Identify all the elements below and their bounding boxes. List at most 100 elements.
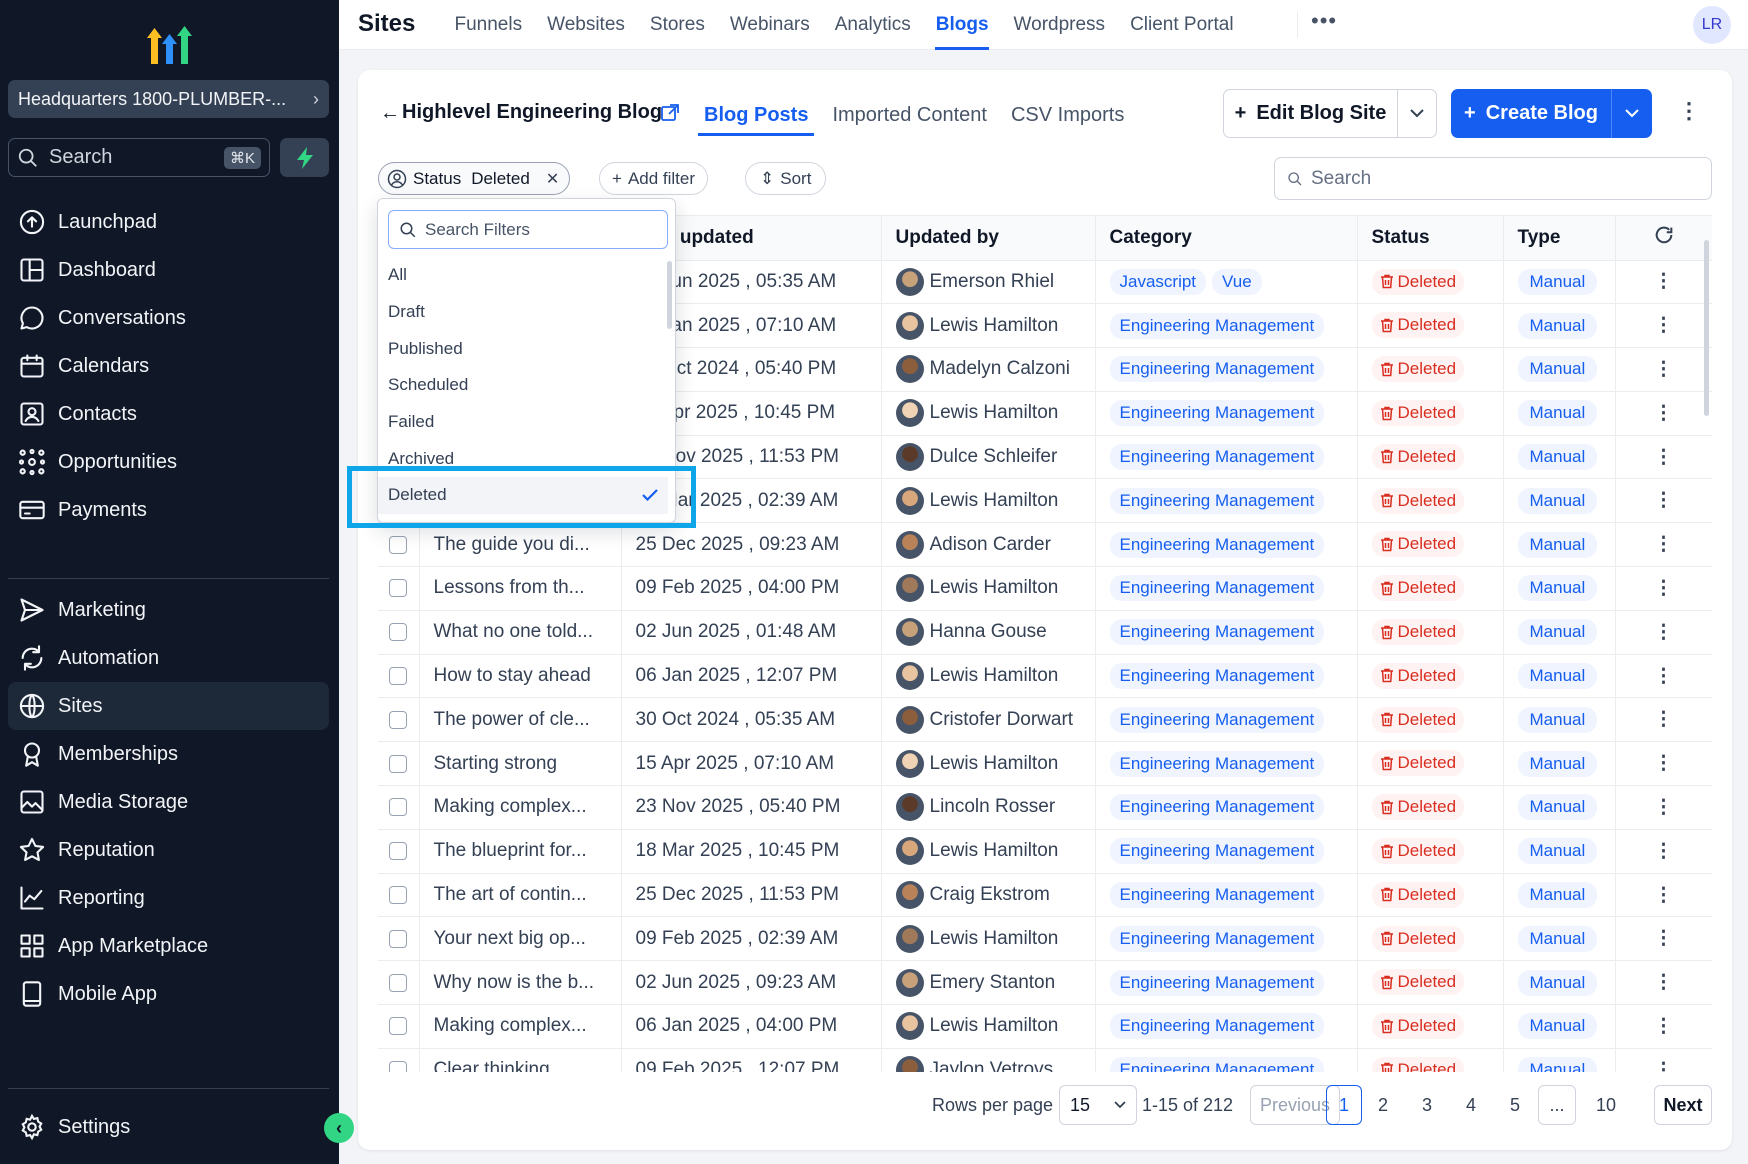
filter-search-input[interactable]: Search Filters bbox=[388, 210, 668, 249]
row-checkbox[interactable] bbox=[389, 886, 408, 905]
post-title[interactable]: Lessons from th... bbox=[419, 566, 622, 611]
table-row[interactable]: Clear thinking... 09 Feb 2025 , 12:07 PM J… bbox=[378, 1048, 1712, 1072]
sidebar-item-marketing[interactable]: Marketing bbox=[8, 586, 329, 634]
page-button-4[interactable]: 4 bbox=[1453, 1085, 1489, 1125]
sidebar-item-reporting[interactable]: Reporting bbox=[8, 874, 329, 922]
back-arrow-icon[interactable]: ← bbox=[380, 102, 400, 125]
row-actions-icon[interactable]: ⋮ bbox=[1615, 478, 1712, 524]
row-actions-icon[interactable]: ⋮ bbox=[1615, 873, 1712, 918]
post-title[interactable]: The blueprint for... bbox=[419, 829, 622, 874]
category-tag[interactable]: Engineering Management bbox=[1109, 444, 1325, 471]
sidebar-item-reputation[interactable]: Reputation bbox=[8, 826, 329, 874]
sidebar-search[interactable]: Search ⌘K bbox=[8, 138, 270, 177]
post-title[interactable]: How to stay ahead bbox=[419, 654, 622, 699]
row-actions-icon[interactable]: ⋮ bbox=[1615, 566, 1712, 611]
row-checkbox[interactable] bbox=[389, 754, 408, 773]
page-button-1[interactable]: 1 bbox=[1326, 1085, 1362, 1125]
collapse-sidebar-button[interactable]: ‹ bbox=[324, 1113, 354, 1143]
sidebar-item-contacts[interactable]: Contacts bbox=[8, 390, 329, 438]
sidebar-item-payments[interactable]: Payments bbox=[8, 486, 329, 534]
page-button-3[interactable]: 3 bbox=[1409, 1085, 1445, 1125]
add-filter-button[interactable]: + Add filter bbox=[599, 162, 709, 195]
quick-actions-button[interactable] bbox=[280, 138, 329, 177]
table-row[interactable]: The blueprint for... 18 Mar 2025 , 10:45 … bbox=[378, 829, 1712, 874]
row-actions-icon[interactable]: ⋮ bbox=[1615, 1004, 1712, 1049]
table-row[interactable]: Making complex... 06 Jan 2025 , 04:00 PM L… bbox=[378, 1004, 1712, 1049]
column-header-type[interactable]: Type bbox=[1503, 216, 1616, 261]
category-tag[interactable]: Engineering Management bbox=[1109, 619, 1325, 646]
select-cell[interactable] bbox=[378, 873, 420, 918]
category-tag[interactable]: Engineering Management bbox=[1109, 531, 1325, 558]
select-cell[interactable] bbox=[378, 1004, 420, 1049]
row-actions-icon[interactable]: ⋮ bbox=[1615, 1048, 1712, 1072]
status-option-all[interactable]: All bbox=[378, 257, 668, 294]
sidebar-item-conversations[interactable]: Conversations bbox=[8, 294, 329, 342]
category-tag[interactable]: Engineering Management bbox=[1109, 1013, 1325, 1040]
row-actions-icon[interactable]: ⋮ bbox=[1615, 916, 1712, 962]
post-title[interactable]: Making complex... bbox=[419, 785, 622, 830]
table-row[interactable]: Starting strong 15 Apr 2025 , 07:10 AM Lew… bbox=[378, 741, 1712, 787]
sidebar-item-calendars[interactable]: Calendars bbox=[8, 342, 329, 390]
select-cell[interactable] bbox=[378, 741, 420, 787]
category-tag[interactable]: Engineering Management bbox=[1109, 400, 1325, 427]
post-title[interactable]: The art of contin... bbox=[419, 873, 622, 918]
table-row[interactable]: The guide you di... 25 Dec 2025 , 09:23 A… bbox=[378, 522, 1712, 568]
category-tag[interactable]: Engineering Management bbox=[1109, 663, 1325, 690]
edit-blog-site-button[interactable]: + Edit Blog Site bbox=[1223, 89, 1398, 138]
row-actions-icon[interactable]: ⋮ bbox=[1615, 391, 1712, 436]
column-header-status[interactable]: Status bbox=[1357, 216, 1504, 261]
post-title[interactable]: Starting strong bbox=[419, 741, 622, 787]
row-checkbox[interactable] bbox=[389, 798, 408, 817]
select-cell[interactable] bbox=[378, 829, 420, 874]
next-page-button[interactable]: Next bbox=[1654, 1085, 1712, 1125]
row-checkbox[interactable] bbox=[389, 710, 408, 729]
status-option-scheduled[interactable]: Scheduled bbox=[378, 367, 668, 404]
column-header-updated-by[interactable]: Updated by bbox=[881, 216, 1096, 261]
row-checkbox[interactable] bbox=[389, 929, 408, 948]
page-button-5[interactable]: 5 bbox=[1497, 1085, 1533, 1125]
select-cell[interactable] bbox=[378, 654, 420, 699]
row-actions-icon[interactable]: ⋮ bbox=[1615, 785, 1712, 830]
tab-csv-imports[interactable]: CSV Imports bbox=[999, 94, 1136, 136]
category-tag[interactable]: Engineering Management bbox=[1109, 1057, 1325, 1072]
table-row[interactable]: The power of cle... 30 Oct 2024 , 05:35 A… bbox=[378, 697, 1712, 743]
tab-stores[interactable]: Stores bbox=[637, 0, 717, 50]
table-search-input[interactable]: Search bbox=[1274, 157, 1712, 200]
row-checkbox[interactable] bbox=[389, 973, 408, 992]
more-options-icon[interactable]: ⋮ bbox=[1678, 98, 1700, 124]
close-icon[interactable]: ✕ bbox=[546, 169, 559, 189]
row-actions-icon[interactable]: ⋮ bbox=[1615, 960, 1712, 1006]
row-checkbox[interactable] bbox=[389, 667, 408, 686]
row-actions-icon[interactable]: ⋮ bbox=[1615, 829, 1712, 874]
external-link-icon[interactable] bbox=[660, 103, 680, 123]
post-title[interactable]: The power of cle... bbox=[419, 697, 622, 743]
post-title[interactable]: What no one told... bbox=[419, 610, 622, 655]
status-option-deleted[interactable]: Deleted bbox=[378, 477, 668, 514]
category-tag[interactable]: Engineering Management bbox=[1109, 969, 1325, 996]
post-title[interactable]: Your next big op... bbox=[419, 916, 622, 962]
pagination-ellipsis[interactable]: ... bbox=[1538, 1085, 1576, 1125]
table-row[interactable]: Making complex... 23 Nov 2025 , 05:40 PM L… bbox=[378, 785, 1712, 830]
sidebar-item-media-storage[interactable]: Media Storage bbox=[8, 778, 329, 826]
tab-websites[interactable]: Websites bbox=[535, 0, 638, 50]
tab-webinars[interactable]: Webinars bbox=[717, 0, 822, 50]
tab-blog-posts[interactable]: Blog Posts bbox=[692, 94, 820, 136]
row-actions-icon[interactable]: ⋮ bbox=[1615, 697, 1712, 743]
select-cell[interactable] bbox=[378, 566, 420, 611]
row-actions-icon[interactable]: ⋮ bbox=[1615, 347, 1712, 392]
sidebar-item-automation[interactable]: Automation bbox=[8, 634, 329, 682]
select-cell[interactable] bbox=[378, 610, 420, 655]
select-cell[interactable] bbox=[378, 697, 420, 743]
dropdown-scrollbar[interactable] bbox=[667, 261, 672, 329]
tab-blogs[interactable]: Blogs bbox=[923, 0, 1001, 50]
table-row[interactable]: How to stay ahead 06 Jan 2025 , 12:07 PM L… bbox=[378, 654, 1712, 699]
status-filter-chip[interactable]: Status Deleted ✕ bbox=[378, 162, 571, 195]
row-actions-icon[interactable]: ⋮ bbox=[1615, 654, 1712, 699]
row-checkbox[interactable] bbox=[389, 579, 408, 598]
post-title[interactable]: Making complex... bbox=[419, 1004, 622, 1049]
status-option-published[interactable]: Published bbox=[378, 330, 668, 367]
post-title[interactable]: Why now is the b... bbox=[419, 960, 622, 1006]
sidebar-item-sites[interactable]: Sites bbox=[8, 682, 329, 730]
row-checkbox[interactable] bbox=[389, 1017, 408, 1036]
sidebar-item-opportunities[interactable]: Opportunities bbox=[8, 438, 329, 486]
